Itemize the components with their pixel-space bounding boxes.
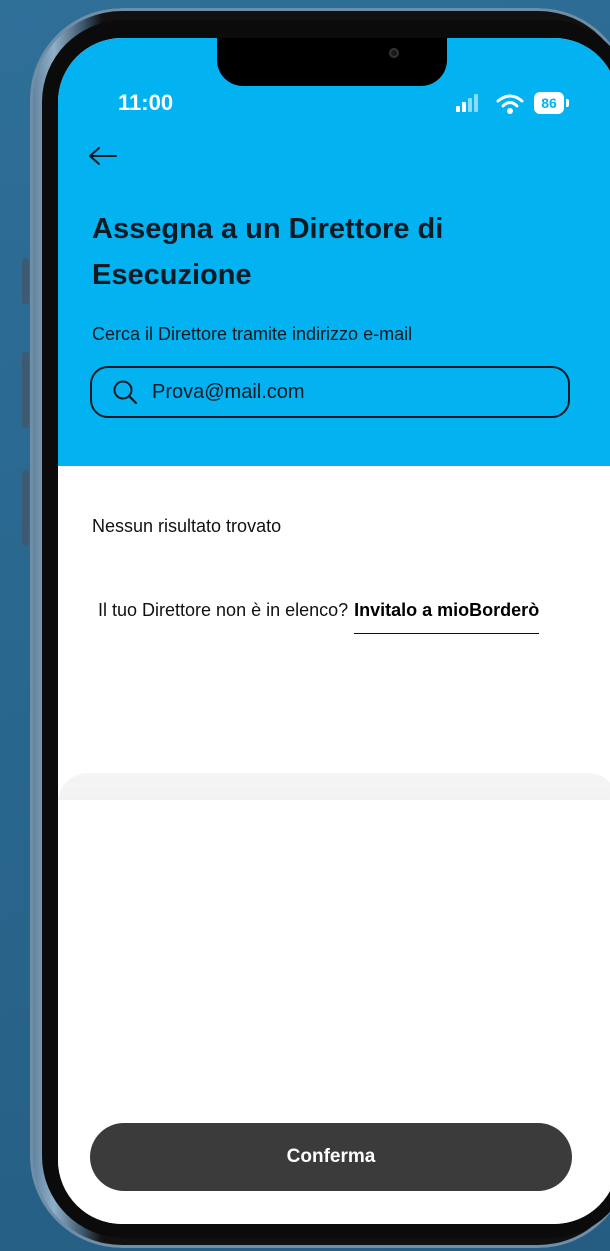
notch bbox=[217, 38, 447, 86]
battery-tip bbox=[566, 99, 569, 107]
invite-prompt: Il tuo Direttore non è in elenco? bbox=[98, 600, 349, 620]
status-indicators: 86 bbox=[456, 92, 576, 116]
empty-results-message: Nessun risultato trovato bbox=[92, 516, 282, 536]
invite-row: Il tuo Direttore non è in elenco? Invita… bbox=[98, 600, 588, 634]
camera-icon bbox=[389, 48, 399, 58]
back-button[interactable] bbox=[88, 138, 128, 174]
invite-link[interactable]: Invitalo a mioBorderò bbox=[354, 600, 540, 634]
battery-indicator: 86 bbox=[534, 92, 564, 114]
search-icon bbox=[113, 380, 138, 405]
wifi-icon bbox=[496, 94, 524, 114]
phone-side-button bbox=[22, 258, 29, 304]
page-subtitle: Cerca il Direttore tramite indirizzo e-m… bbox=[92, 324, 413, 344]
search-field[interactable] bbox=[90, 366, 570, 418]
phone-side-button bbox=[22, 352, 29, 428]
page-title: Assegna a un Direttore di Esecuzione bbox=[92, 213, 444, 291]
confirm-button[interactable]: Conferma bbox=[90, 1123, 572, 1191]
phone-screen: 11:00 86 Assegna a un Direttore di Esecu… bbox=[58, 38, 610, 1224]
arrow-left-icon bbox=[89, 147, 117, 165]
phone-side-button bbox=[22, 470, 29, 546]
status-time: 11:00 bbox=[118, 90, 174, 115]
search-input[interactable] bbox=[150, 379, 554, 405]
